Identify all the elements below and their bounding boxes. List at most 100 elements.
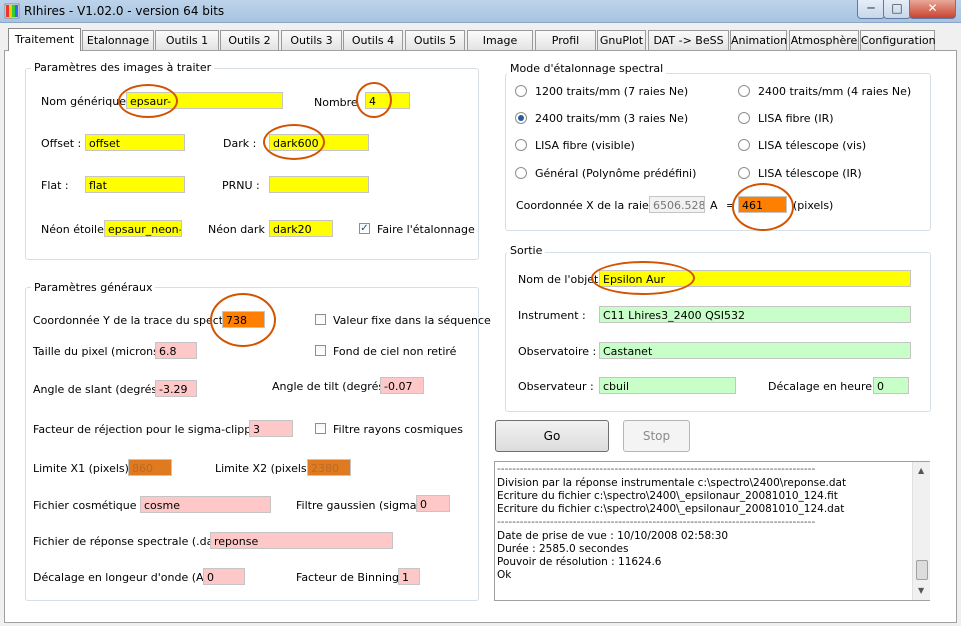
offset-input[interactable]: offset [85,134,185,151]
flat-input[interactable]: flat [85,176,185,193]
log-output[interactable]: ----------------------------------------… [494,461,930,601]
tab-outils-3[interactable]: Outils 3 [281,30,342,50]
decalage-lo-input[interactable]: 0 [203,568,245,585]
radio-lisa-telescope-ir-label: LISA télescope (IR) [758,167,862,180]
a-label: A [710,199,718,212]
radio-lisa-fibre-ir[interactable] [738,112,750,124]
tab-configuration[interactable]: Configuration [860,30,936,50]
decalage-lo-label: Décalage en longeur d'onde (A) : [33,571,216,584]
tab-atmosphere[interactable]: Atmosphère [789,30,859,50]
annotation-circle [356,82,392,118]
tab-outils-4[interactable]: Outils 4 [343,30,403,50]
spectral-group-legend: Mode d'étalonnage spectral [507,62,667,75]
radio-2400-4-label: 2400 traits/mm (4 raies Ne) [758,85,912,98]
radio-2400-3-label: 2400 traits/mm (3 raies Ne) [535,112,689,125]
log-line: ----------------------------------------… [497,516,816,528]
reponse-input[interactable]: reponse [210,532,393,549]
minimize-button[interactable]: ─ [857,0,885,19]
log-line: Ecriture du fichier c:\spectro\2400\_eps… [497,490,838,502]
taille-pixel-input[interactable]: 6.8 [155,342,197,359]
slant-input[interactable]: -3.29 [155,380,197,397]
observateur-label: Observateur : [518,380,594,393]
observatoire-input[interactable]: Castanet [599,342,911,359]
log-line: Pouvoir de résolution : 11624.6 [497,556,662,568]
tab-outils-1[interactable]: Outils 1 [155,30,219,50]
fond-ciel-checkbox[interactable] [315,345,326,356]
instrument-input[interactable]: C11 Lhires3_2400 QSI532 [599,306,911,323]
etalonnage-checkbox[interactable]: ✓ [359,223,370,234]
valeur-fixe-checkbox[interactable] [315,314,326,325]
scroll-up-icon[interactable]: ▲ [918,466,924,475]
gaussien-label: Filtre gaussien (sigma) : [296,499,428,512]
radio-1200-7-label: 1200 traits/mm (7 raies Ne) [535,85,689,98]
neon-dark-input[interactable]: dark20 [269,220,333,237]
go-button[interactable]: Go [495,420,609,452]
log-line: ----------------------------------------… [497,463,816,475]
gaussien-input[interactable]: 0 [416,495,450,512]
x1-label: Limite X1 (pixels) : [33,462,137,475]
neon-dark-label: Néon dark : [208,223,273,236]
rejection-input[interactable]: 3 [249,420,293,437]
tab-image[interactable]: Image [467,30,533,50]
tab-animation[interactable]: Animation [730,30,787,50]
log-scrollbar[interactable]: ▲ ▼ [912,462,930,600]
neon-etoile-input[interactable]: epsaur_neon-1 [104,220,182,237]
scroll-down-icon[interactable]: ▼ [918,586,924,595]
tab-dat-bess[interactable]: DAT -> BeSS [648,30,729,50]
tab-etalonnage[interactable]: Etalonnage [82,30,154,50]
cosmetique-label: Fichier cosmétique : [33,499,144,512]
flat-label: Flat : [41,179,69,192]
binning-input[interactable]: 1 [398,568,420,585]
log-line: Date de prise de vue : 10/10/2008 02:58:… [497,530,729,542]
cosmiques-label: Filtre rayons cosmiques [333,423,463,436]
decalage-heure-label: Décalage en heure : [768,380,880,393]
annotation-circle [118,84,178,118]
tab-outils-5[interactable]: Outils 5 [405,30,465,50]
decalage-heure-input[interactable]: 0 [873,377,909,394]
stop-button[interactable]: Stop [623,420,690,452]
x2-input[interactable]: 2380 [307,459,351,476]
coord-x-input: 6506.528 [649,196,705,213]
tilt-label: Angle de tilt (degrés) : [272,380,396,393]
tab-profil[interactable]: Profil [535,30,596,50]
title-bar[interactable]: RIhires - V1.02.0 - version 64 bits ─ □ … [0,0,961,23]
general-group-legend: Paramètres généraux [31,281,156,294]
log-line: Division par la réponse instrumentale c:… [497,477,847,489]
radio-lisa-telescope-ir[interactable] [738,167,750,179]
radio-lisa-telescope-vis-label: LISA télescope (vis) [758,139,867,152]
slant-label: Angle de slant (degrés) : [33,383,169,396]
observateur-input[interactable]: cbuil [599,377,736,394]
observatoire-label: Observatoire : [518,345,597,358]
radio-lisa-fibre-ir-label: LISA fibre (IR) [758,112,834,125]
radio-lisa-telescope-vis[interactable] [738,139,750,151]
x1-input[interactable]: 860 [128,459,172,476]
radio-2400-3[interactable] [515,112,527,124]
prnu-label: PRNU : [222,179,260,192]
log-line: Durée : 2585.0 secondes [497,543,629,555]
coord-x-label: Coordonnée X de la raie à [516,199,660,212]
tab-traitement[interactable]: Traitement [8,28,81,51]
log-line: Ecriture du fichier c:\spectro\2400\_eps… [497,503,845,515]
offset-label: Offset : [41,137,82,150]
taille-pixel-label: Taille du pixel (microns) : [33,345,171,358]
close-button[interactable]: ✕ [909,0,956,19]
cosmiques-checkbox[interactable] [315,423,326,434]
x2-label: Limite X2 (pixels) : [215,462,319,475]
radio-lisa-fibre-vis[interactable] [515,139,527,151]
radio-general[interactable] [515,167,527,179]
images-group-legend: Paramètres des images à traiter [31,61,215,74]
cosmetique-input[interactable]: cosme [140,496,271,513]
tab-gnuplot[interactable]: GnuPlot [597,30,646,50]
maximize-button[interactable]: □ [883,0,911,19]
prnu-input[interactable] [269,176,369,193]
tab-outils-2[interactable]: Outils 2 [220,30,279,50]
radio-1200-7[interactable] [515,85,527,97]
instrument-label: Instrument : [518,309,586,322]
neon-etoile-label: Néon étoile : [41,223,112,236]
radio-lisa-fibre-vis-label: LISA fibre (visible) [535,139,635,152]
radio-2400-4[interactable] [738,85,750,97]
app-icon [4,3,20,19]
tilt-input[interactable]: -0.07 [380,377,424,394]
nombre-label: Nombre [314,96,358,109]
scroll-thumb[interactable] [916,560,928,580]
